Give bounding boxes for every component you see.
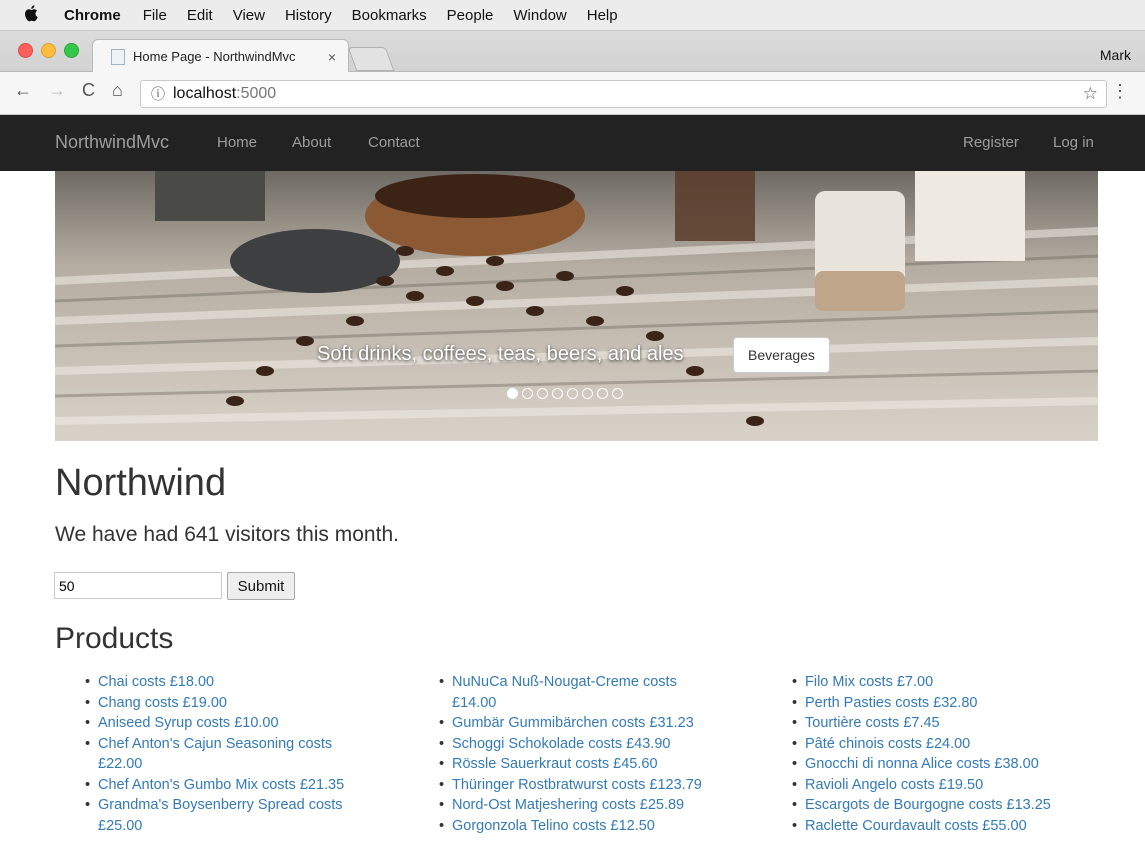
product-link[interactable]: Perth Pasties costs £32.80 — [762, 693, 1082, 714]
tab-strip: Home Page - NorthwindMvc × Mark — [0, 31, 1145, 73]
beverages-button[interactable]: Beverages — [733, 337, 830, 373]
product-link[interactable]: Tourtière costs £7.45 — [762, 713, 1082, 734]
product-link[interactable]: Escargots de Bourgogne costs £13.25 — [762, 795, 1082, 816]
home-icon[interactable]: ⌂ — [112, 80, 123, 101]
apple-logo-icon[interactable] — [24, 4, 46, 27]
product-list-column-1: Chai costs £18.00 Chang costs £19.00 Ani… — [55, 672, 375, 836]
product-list-column-2: NuNuCa Nuß-Nougat-Creme costs £14.00 Gum… — [409, 672, 729, 836]
product-link[interactable]: Chang costs £19.00 — [55, 693, 375, 714]
url-port: :5000 — [236, 85, 277, 102]
visitor-count-text: We have had 641 visitors this month. — [55, 523, 399, 546]
site-info-icon[interactable]: ⓘ — [151, 84, 165, 104]
browser-tab-active[interactable]: Home Page - NorthwindMvc × — [92, 39, 349, 73]
carousel-indicator[interactable] — [537, 388, 548, 399]
product-link[interactable]: Schoggi Schokolade costs £43.90 — [409, 734, 729, 755]
menu-window[interactable]: Window — [513, 7, 566, 24]
product-link[interactable]: Aniseed Syrup costs £10.00 — [55, 713, 375, 734]
address-bar[interactable]: ⓘ localhost :5000 ☆ — [140, 80, 1107, 108]
carousel-indicator[interactable] — [612, 388, 623, 399]
new-tab-button[interactable] — [347, 47, 395, 71]
menu-history[interactable]: History — [285, 7, 332, 24]
product-link[interactable]: Rössle Sauerkraut costs £45.60 — [409, 754, 729, 775]
product-link[interactable]: Grandma's Boysenberry Spread costs £25.0… — [55, 795, 378, 836]
browser-toolbar: ← → C ⌂ ⓘ localhost :5000 ☆ ⋮ — [0, 72, 1145, 115]
menu-bookmarks[interactable]: Bookmarks — [352, 7, 427, 24]
menu-people[interactable]: People — [447, 7, 494, 24]
product-link[interactable]: Pâté chinois costs £24.00 — [762, 734, 1082, 755]
product-link[interactable]: Ravioli Angelo costs £19.50 — [762, 775, 1082, 796]
bookmark-star-icon[interactable]: ☆ — [1083, 84, 1098, 104]
tab-close-icon[interactable]: × — [328, 49, 336, 65]
product-link[interactable]: Gnocchi di nonna Alice costs £38.00 — [762, 754, 1082, 775]
reload-icon[interactable]: C — [82, 80, 95, 101]
menu-app-chrome[interactable]: Chrome — [64, 7, 121, 24]
product-link[interactable]: Chef Anton's Gumbo Mix costs £21.35 — [55, 775, 375, 796]
coffee-photo — [55, 171, 1098, 441]
products-heading: Products — [55, 622, 174, 655]
carousel-indicator[interactable] — [597, 388, 608, 399]
product-link[interactable]: Chef Anton's Cajun Seasoning costs £22.0… — [55, 734, 363, 775]
submit-button[interactable]: Submit — [227, 572, 295, 600]
zoom-window-button[interactable] — [64, 43, 79, 58]
quantity-input[interactable] — [54, 572, 222, 599]
nav-about[interactable]: About — [292, 134, 331, 151]
page-title: Northwind — [55, 462, 227, 504]
product-link[interactable]: NuNuCa Nuß-Nougat-Creme costs £14.00 — [409, 672, 712, 713]
chrome-menu-icon[interactable]: ⋮ — [1111, 81, 1129, 102]
tab-title: Home Page - NorthwindMvc — [133, 49, 296, 64]
product-link[interactable]: Filo Mix costs £7.00 — [762, 672, 1082, 693]
menu-edit[interactable]: Edit — [187, 7, 213, 24]
url-host: localhost — [173, 85, 237, 102]
product-link[interactable]: Gorgonzola Telino costs £12.50 — [409, 816, 729, 837]
profile-name[interactable]: Mark — [1100, 47, 1131, 63]
site-navbar: NorthwindMvc Home About Contact Register… — [0, 115, 1145, 171]
carousel-indicator[interactable] — [522, 388, 533, 399]
product-link[interactable]: Gumbär Gummibärchen costs £31.23 — [409, 713, 729, 734]
close-window-button[interactable] — [18, 43, 33, 58]
nav-home[interactable]: Home — [217, 134, 257, 151]
navbar-brand[interactable]: NorthwindMvc — [55, 132, 169, 153]
carousel-indicator[interactable] — [567, 388, 578, 399]
product-link[interactable]: Nord-Ost Matjeshering costs £25.89 — [409, 795, 729, 816]
product-link[interactable]: Chai costs £18.00 — [55, 672, 375, 693]
menu-view[interactable]: View — [233, 7, 265, 24]
minimize-window-button[interactable] — [41, 43, 56, 58]
nav-login[interactable]: Log in — [1053, 134, 1094, 151]
forward-arrow-icon[interactable]: → — [48, 80, 66, 101]
macos-menu-bar: Chrome File Edit View History Bookmarks … — [0, 0, 1145, 31]
carousel-indicator[interactable] — [507, 388, 518, 399]
page-favicon-icon — [111, 48, 125, 65]
menu-file[interactable]: File — [143, 7, 167, 24]
carousel-caption: Soft drinks, coffees, teas, beers, and a… — [317, 343, 684, 365]
hero-carousel[interactable]: Soft drinks, coffees, teas, beers, and a… — [55, 171, 1098, 441]
product-link[interactable]: Raclette Courdavault costs £55.00 — [762, 816, 1082, 837]
carousel-indicator[interactable] — [582, 388, 593, 399]
menu-help[interactable]: Help — [587, 7, 618, 24]
product-list-column-3: Filo Mix costs £7.00 Perth Pasties costs… — [762, 672, 1082, 836]
carousel-indicators — [507, 388, 623, 399]
product-link[interactable]: Thüringer Rostbratwurst costs £123.79 — [409, 775, 729, 796]
carousel-indicator[interactable] — [552, 388, 563, 399]
nav-register[interactable]: Register — [963, 134, 1019, 151]
window-controls — [18, 43, 79, 58]
nav-contact[interactable]: Contact — [368, 134, 420, 151]
back-arrow-icon[interactable]: ← — [14, 80, 32, 101]
